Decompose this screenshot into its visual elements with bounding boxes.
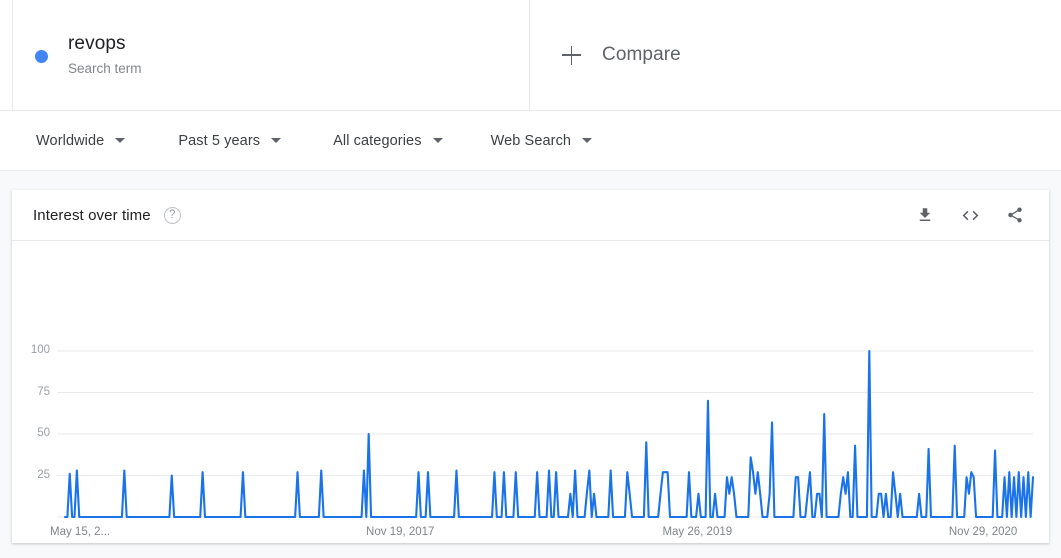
search-terms-bar: revops Search term Compare	[0, 0, 1061, 111]
compare-label: Compare	[602, 44, 681, 65]
series-color-dot	[35, 49, 48, 63]
share-icon[interactable]	[1003, 203, 1027, 227]
filter-category-label: All categories	[333, 132, 422, 149]
filter-search-type-label: Web Search	[490, 132, 572, 149]
y-axis-tick: 75	[37, 385, 50, 398]
x-axis-tick: May 15, 2...	[50, 526, 111, 538]
filter-location[interactable]: Worldwide	[36, 132, 126, 149]
search-term-label: revops	[68, 32, 126, 54]
chart-plot-area[interactable]: 25 50 75 100 May 15, 2... Nov 19, 2017 May 26…	[12, 241, 1049, 542]
help-icon[interactable]: ?	[163, 206, 181, 224]
search-term-card[interactable]: revops Search term	[12, 0, 530, 110]
chart-header: Interest over time ?	[12, 190, 1049, 241]
chevron-down-icon	[582, 138, 593, 143]
chevron-down-icon	[115, 138, 126, 143]
filter-time-range-label: Past 5 years	[178, 132, 261, 149]
filter-search-type[interactable]: Web Search	[491, 133, 593, 149]
interest-over-time-card: Interest over time ? 25 50 75 100 May 15, 2…	[12, 190, 1049, 543]
filter-category[interactable]: All categories	[333, 132, 443, 149]
x-axis-tick: May 26, 2019	[662, 526, 733, 538]
chevron-down-icon	[271, 138, 282, 143]
y-axis-tick: 25	[37, 468, 50, 481]
filter-time-range[interactable]: Past 5 years	[178, 132, 282, 149]
chevron-down-icon	[432, 138, 443, 143]
filters-bar: Worldwide Past 5 years All categories We…	[0, 111, 1061, 171]
y-axis-tick: 50	[37, 427, 50, 439]
x-axis-tick: Nov 19, 2017	[366, 526, 435, 538]
x-axis-tick: Nov 29, 2020	[948, 526, 1018, 538]
chart-title: Interest over time	[33, 206, 151, 224]
add-comparison-button[interactable]: Compare	[530, 0, 1061, 110]
filter-location-label: Worldwide	[36, 132, 105, 149]
chart-actions	[892, 203, 1027, 227]
download-icon[interactable]	[913, 203, 937, 227]
embed-code-icon[interactable]	[958, 203, 982, 227]
y-axis-tick: 100	[30, 344, 50, 356]
plus-icon	[562, 45, 581, 65]
search-term-type: Search term	[68, 60, 142, 76]
trends-line-chart	[57, 349, 1035, 519]
